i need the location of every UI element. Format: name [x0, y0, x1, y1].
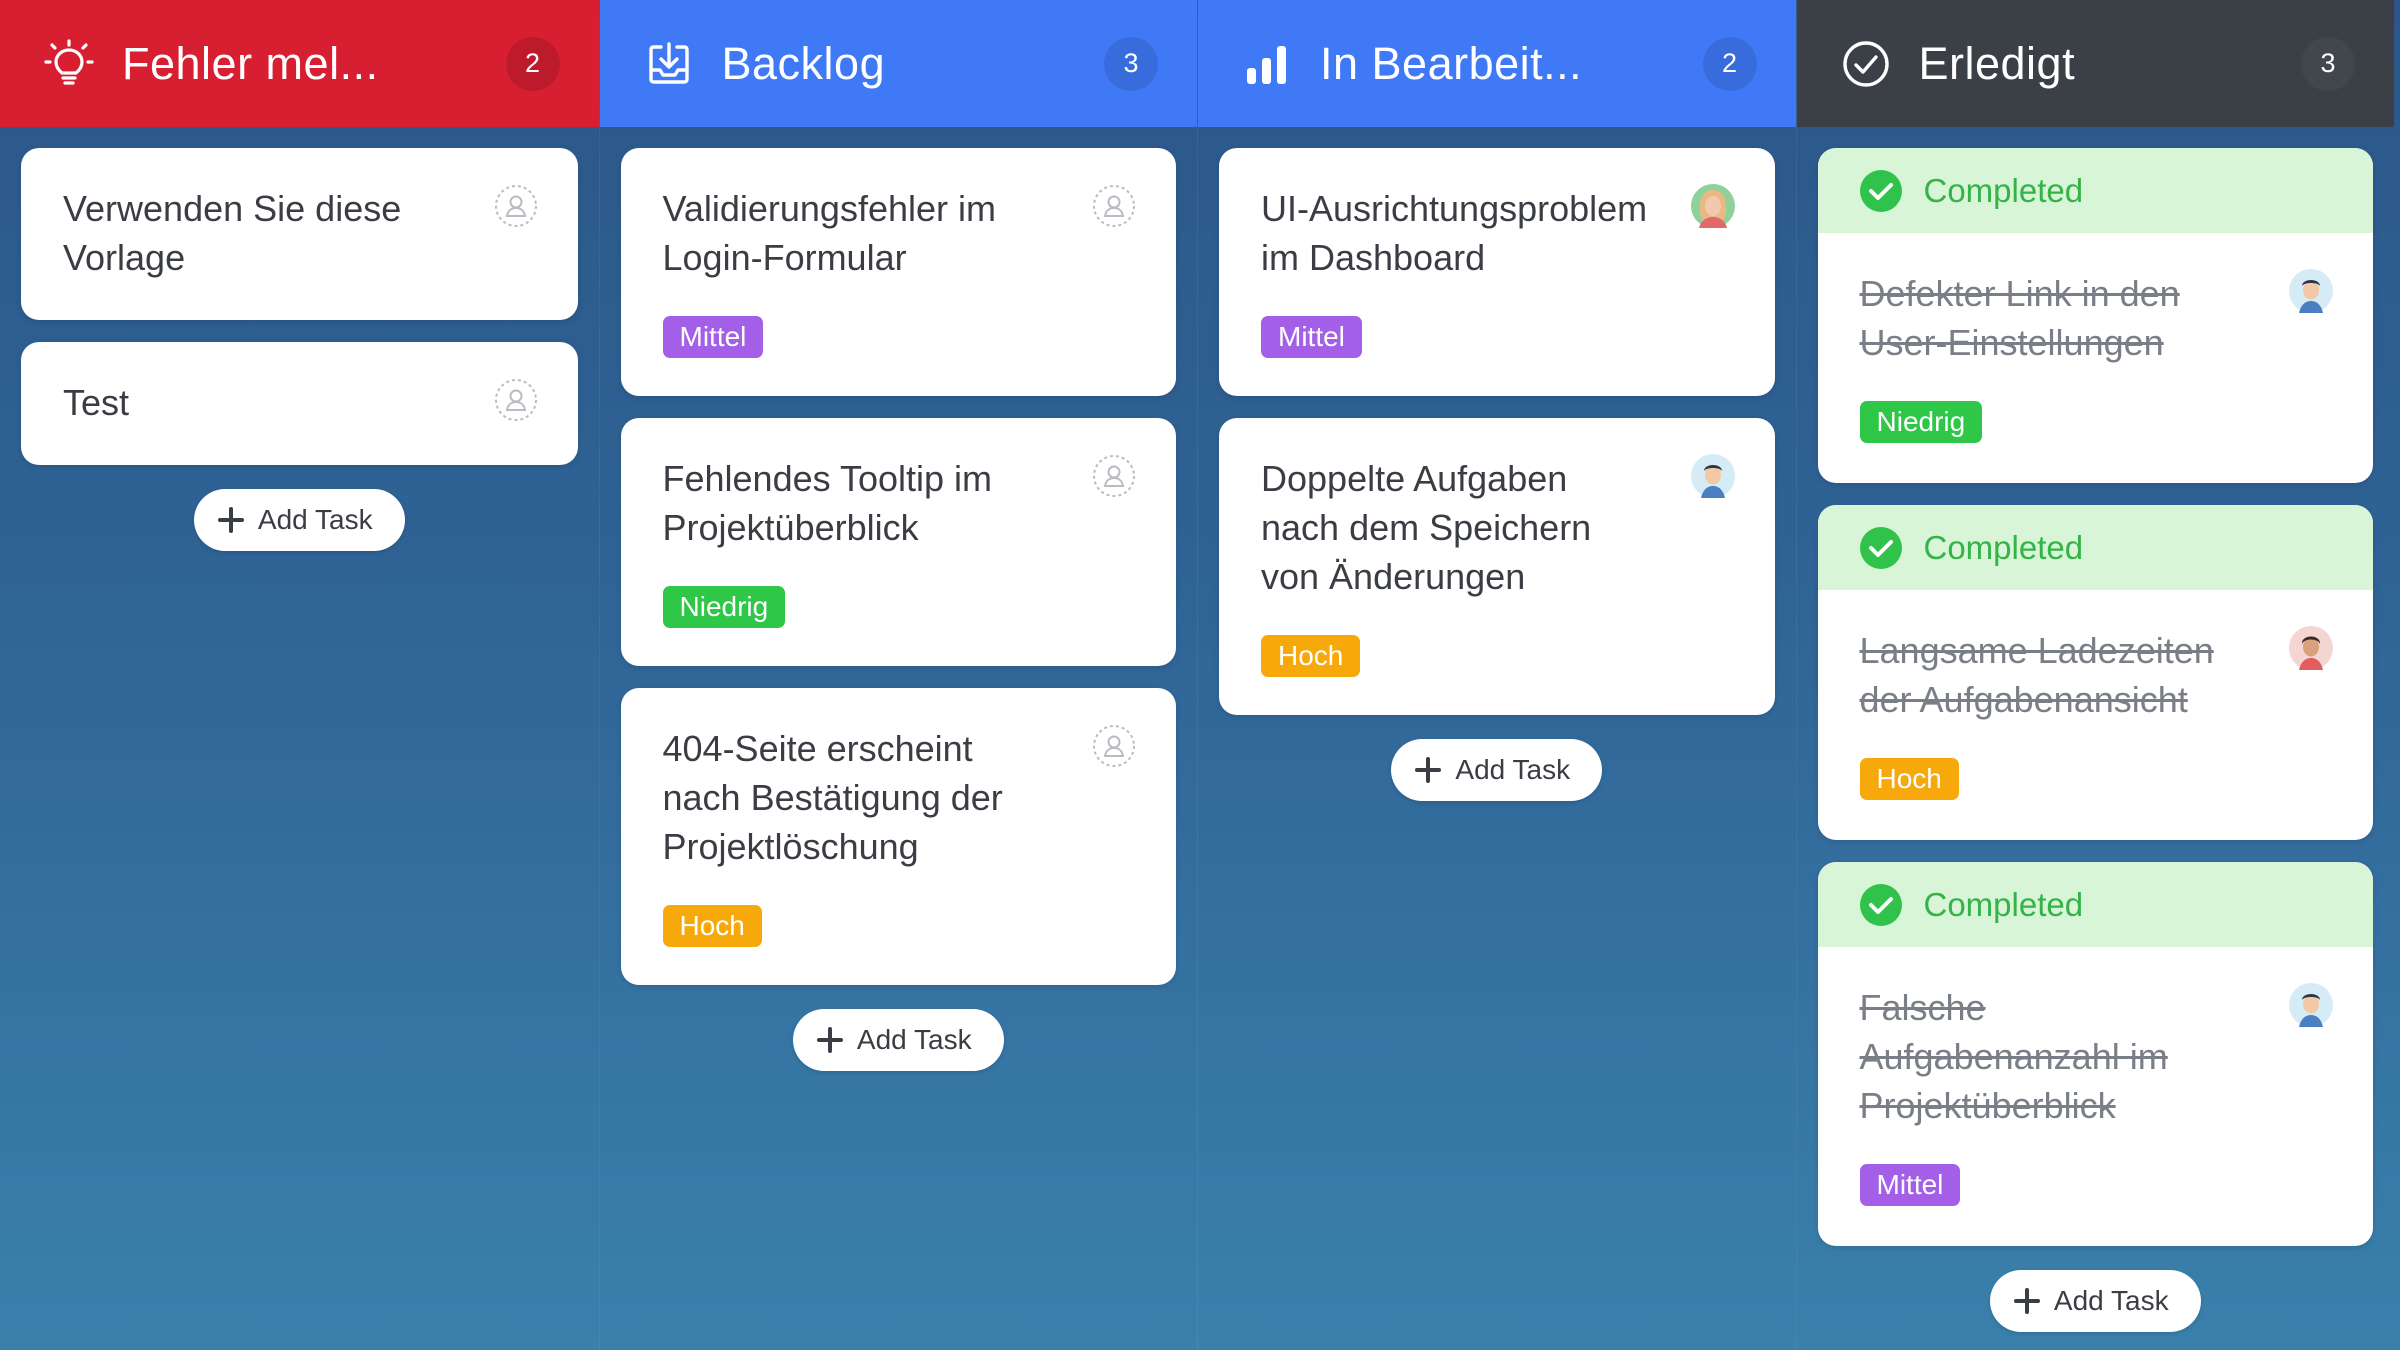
add-task-label: Add Task	[1455, 754, 1571, 785]
add-task-label: Add Task	[2053, 1285, 2169, 1316]
column-in-progress: In Bearbeit... 2 UI-Ausrichtungsproblem …	[1197, 0, 1796, 1350]
task-title: Verwenden Sie diese Vorlage	[63, 188, 402, 278]
task-title: Falsche Aufgabenanzahl im Projektüberbli…	[1859, 987, 2168, 1126]
task-card[interactable]: 404-Seite erscheint nach Bestätigung der…	[620, 688, 1176, 985]
column-backlog: Backlog 3 Validierungsfehler im Login-Fo…	[598, 0, 1198, 1350]
card-list: Completed Defekter Link in den User-Eins…	[1797, 127, 2395, 1246]
task-title: Defekter Link in den User-Einstellungen	[1859, 273, 2180, 363]
inbox-download-icon	[642, 37, 696, 91]
priority-tag: Niedrig	[1859, 401, 1983, 443]
add-task-label: Add Task	[257, 504, 373, 535]
kanban-board: Fehler mel... 2 Verwenden Sie diese Vorl…	[0, 0, 2400, 1350]
completed-label: Completed	[1923, 885, 2084, 923]
lightbulb-icon	[42, 37, 96, 91]
priority-tag: Hoch	[1859, 758, 1959, 800]
task-title: Fehlendes Tooltip im Projektüberblick	[662, 458, 993, 548]
add-task-button[interactable]: Add Task	[792, 1009, 1004, 1071]
add-task-button[interactable]: Add Task	[1989, 1270, 2201, 1332]
column-title: Erledigt	[1918, 37, 2076, 89]
user-avatar-man[interactable]	[2289, 983, 2333, 1027]
task-title: Doppelte Aufgaben nach dem Speichern von…	[1261, 458, 1592, 597]
priority-tag: Mittel	[1261, 316, 1362, 358]
column-title: Backlog	[721, 37, 886, 89]
add-task-label: Add Task	[856, 1024, 972, 1055]
task-count-badge: 2	[1702, 36, 1757, 91]
task-title: UI-Ausrichtungsproblem im Dashboard	[1261, 188, 1648, 278]
unassigned-user-icon[interactable]	[494, 184, 538, 228]
task-title: Test	[63, 382, 130, 423]
card-list: UI-Ausrichtungsproblem im Dashboard Mitt…	[1198, 127, 1796, 715]
unassigned-user-icon[interactable]	[1092, 184, 1136, 228]
card-list: Validierungsfehler im Login-Formular Mit…	[600, 127, 1198, 985]
task-count-badge: 2	[505, 36, 560, 91]
column-title: Fehler mel...	[122, 37, 379, 89]
task-title: Langsame Ladezeiten der Aufgabenansicht	[1859, 630, 2214, 720]
user-avatar-man[interactable]	[1690, 454, 1735, 498]
check-circle-icon	[1839, 37, 1893, 91]
user-avatar-woman[interactable]	[1690, 184, 1735, 228]
priority-tag: Hoch	[662, 905, 762, 947]
task-count-badge: 3	[1104, 36, 1158, 91]
priority-tag: Mittel	[662, 316, 764, 358]
task-card-completed[interactable]: Completed Langsame Ladezeiten der Aufgab…	[1817, 505, 2373, 840]
unassigned-user-icon[interactable]	[1092, 724, 1136, 768]
task-card[interactable]: Doppelte Aufgaben nach dem Speichern von…	[1219, 418, 1775, 715]
priority-tag: Niedrig	[662, 586, 786, 628]
task-card[interactable]: Fehlendes Tooltip im Projektüberblick Ni…	[620, 418, 1176, 666]
column-header[interactable]: In Bearbeit... 2	[1198, 0, 1796, 127]
task-title: Validierungsfehler im Login-Formular	[662, 188, 997, 278]
task-card-completed[interactable]: Completed Defekter Link in den User-Eins…	[1817, 148, 2373, 483]
completed-banner: Completed	[1817, 862, 2373, 947]
column-done: Erledigt 3 Completed Defekter Link in de…	[1795, 0, 2395, 1350]
column-title: In Bearbeit...	[1320, 37, 1583, 89]
completed-label: Completed	[1923, 171, 2084, 209]
completed-label: Completed	[1923, 528, 2084, 566]
priority-tag: Hoch	[1261, 635, 1361, 677]
bar-chart-icon	[1240, 37, 1294, 91]
add-task-button[interactable]: Add Task	[193, 489, 405, 551]
column-header[interactable]: Erledigt 3	[1796, 0, 2394, 127]
plus-icon	[1415, 757, 1442, 783]
column-header[interactable]: Fehler mel... 2	[0, 0, 599, 127]
check-circle-filled-icon	[1859, 526, 1902, 569]
completed-banner: Completed	[1817, 505, 2373, 590]
plus-icon	[2013, 1288, 2040, 1314]
task-count-badge: 3	[2301, 36, 2355, 91]
check-circle-filled-icon	[1859, 883, 1902, 926]
unassigned-user-icon[interactable]	[494, 378, 538, 422]
task-card[interactable]: UI-Ausrichtungsproblem im Dashboard Mitt…	[1219, 148, 1775, 396]
priority-tag: Mittel	[1859, 1164, 1961, 1206]
task-card[interactable]: Test	[21, 342, 578, 465]
add-task-button[interactable]: Add Task	[1391, 739, 1603, 801]
task-card[interactable]: Validierungsfehler im Login-Formular Mit…	[620, 148, 1176, 396]
user-avatar-man-2[interactable]	[2289, 626, 2333, 670]
card-list: Verwenden Sie diese Vorlage Test	[0, 127, 599, 465]
column-bug-reports: Fehler mel... 2 Verwenden Sie diese Vorl…	[0, 0, 599, 1350]
task-card-completed[interactable]: Completed Falsche Aufgabenanzahl im Proj…	[1817, 862, 2373, 1246]
task-title: 404-Seite erscheint nach Bestätigung der…	[662, 728, 1003, 867]
user-avatar-man[interactable]	[2289, 269, 2333, 313]
plus-icon	[816, 1027, 843, 1053]
plus-icon	[217, 507, 244, 533]
completed-banner: Completed	[1817, 148, 2373, 233]
column-header[interactable]: Backlog 3	[599, 0, 1197, 127]
task-card[interactable]: Verwenden Sie diese Vorlage	[21, 148, 578, 320]
check-circle-filled-icon	[1859, 169, 1902, 212]
unassigned-user-icon[interactable]	[1092, 454, 1136, 498]
